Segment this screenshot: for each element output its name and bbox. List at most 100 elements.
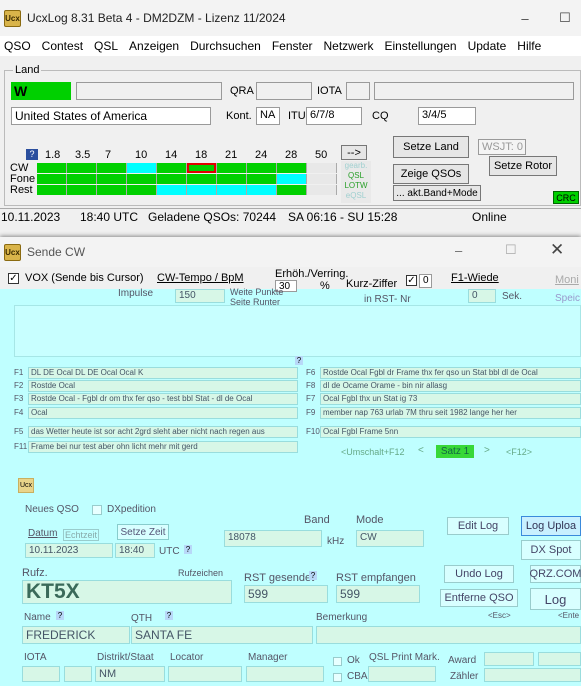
band-cell-rest-18[interactable] xyxy=(187,185,217,195)
band-cell-rest-10[interactable] xyxy=(127,185,157,195)
iota-select[interactable] xyxy=(22,666,60,682)
band-cell-cw-7[interactable] xyxy=(97,163,127,173)
macro-text-f1[interactable]: DL DE Ocal DL DE Ocal Ocal K xyxy=(28,367,298,379)
zahler-input[interactable] xyxy=(484,668,581,682)
band-cell-rest-1-8[interactable] xyxy=(37,185,67,195)
macro-text-f2[interactable]: Rostde Ocal xyxy=(28,380,298,392)
setze-rotor-button[interactable]: Setze Rotor xyxy=(489,156,557,176)
minimize-icon[interactable]: – xyxy=(505,0,545,36)
iota-number[interactable] xyxy=(64,666,92,682)
freq-input[interactable]: 18078 xyxy=(224,530,322,547)
menu-contest[interactable]: Contest xyxy=(42,39,83,53)
menu-durchsuchen[interactable]: Durchsuchen xyxy=(190,39,261,53)
edit-log-button[interactable]: Edit Log xyxy=(447,517,509,535)
moni-label[interactable]: Moni xyxy=(555,274,579,286)
time-help-icon[interactable]: ? xyxy=(184,545,192,554)
band-cell-cw-10[interactable] xyxy=(127,163,157,173)
menu-netzwerk[interactable]: Netzwerk xyxy=(324,39,374,53)
locator-input[interactable] xyxy=(168,666,242,682)
qth-help-icon[interactable]: ? xyxy=(165,611,173,620)
log-button[interactable]: Log xyxy=(530,588,581,610)
macro-text-f3[interactable]: Rostde Ocal - Fgbl dr om thx fer qso - t… xyxy=(28,393,298,405)
setze-land-button[interactable]: Setze Land xyxy=(393,136,469,158)
name-input[interactable]: FREDERICK xyxy=(22,626,130,644)
award-value[interactable] xyxy=(538,652,581,666)
cba-checkbox[interactable] xyxy=(333,673,342,682)
vox-checkbox[interactable]: ✓ xyxy=(8,273,19,284)
menu-update[interactable]: Update xyxy=(468,39,507,53)
macro-text-f6[interactable]: Rostde Ocal Fgbl dr Frame thx fer qso un… xyxy=(320,367,581,379)
band-cell-fone-28[interactable] xyxy=(277,174,307,184)
date-input[interactable]: 10.11.2023 xyxy=(25,543,113,558)
bemerkung-input[interactable] xyxy=(316,626,581,644)
band-cell-cw-24[interactable] xyxy=(247,163,277,173)
band-cell-fone-18[interactable] xyxy=(187,174,217,184)
band-cell-fone-1-8[interactable] xyxy=(37,174,67,184)
menu-qsl[interactable]: QSL xyxy=(94,39,118,53)
band-cell-fone-50[interactable] xyxy=(307,174,337,184)
band-cell-fone-14[interactable] xyxy=(157,174,187,184)
speic-label[interactable]: Speic xyxy=(555,293,580,304)
macro-text-f10[interactable]: Ocal Fgbl Frame 5nn xyxy=(320,426,581,438)
macro-text-f9[interactable]: member nap 763 urlab 7M thru seit 1982 l… xyxy=(320,407,581,419)
cw-text-area[interactable] xyxy=(14,305,581,357)
rst-sent-help-icon[interactable]: ? xyxy=(309,571,317,580)
entferne-qso-button[interactable]: Entferne QSO xyxy=(440,589,518,607)
state-select[interactable]: NM xyxy=(95,666,165,682)
prefix-field[interactable]: W xyxy=(11,82,71,100)
kurz-input[interactable]: 0 xyxy=(419,274,432,288)
band-cell-rest-50[interactable] xyxy=(307,185,337,195)
log-upload-button[interactable]: Log Uploa xyxy=(521,516,581,536)
cw-maximize-icon[interactable]: ☐ xyxy=(505,242,517,258)
maximize-icon[interactable]: ☐ xyxy=(545,0,581,36)
cw-minimize-icon[interactable]: – xyxy=(455,243,462,258)
band-cell-rest-21[interactable] xyxy=(217,185,247,195)
dx-spot-button[interactable]: DX Spot xyxy=(521,540,581,560)
band-cell-fone-21[interactable] xyxy=(217,174,247,184)
band-cell-rest-3-5[interactable] xyxy=(67,185,97,195)
menu-anzeigen[interactable]: Anzeigen xyxy=(129,39,179,53)
sek-input[interactable]: 0 xyxy=(468,289,496,303)
cw-close-icon[interactable]: ✕ xyxy=(550,240,564,260)
band-cell-cw-14[interactable] xyxy=(157,163,187,173)
rst-sent-input[interactable]: 599 xyxy=(244,585,328,603)
name-help-icon[interactable]: ? xyxy=(56,611,64,620)
tempo-input[interactable]: 150 xyxy=(175,289,225,303)
mode-select[interactable]: CW xyxy=(356,530,424,547)
macro-text-f8[interactable]: dl de Ocame Orame - bin nir allasg xyxy=(320,380,581,392)
kurz-checkbox[interactable]: ✓ xyxy=(406,275,417,286)
band-cell-rest-14[interactable] xyxy=(157,185,187,195)
band-cell-fone-7[interactable] xyxy=(97,174,127,184)
band-cell-cw-28[interactable] xyxy=(277,163,307,173)
band-cell-cw-21[interactable] xyxy=(217,163,247,173)
undo-log-button[interactable]: Undo Log xyxy=(444,565,514,583)
band-cell-fone-10[interactable] xyxy=(127,174,157,184)
band-cell-rest-24[interactable] xyxy=(247,185,277,195)
qrz-button[interactable]: QRZ.COM xyxy=(530,565,581,583)
band-cell-cw-18[interactable] xyxy=(187,163,217,173)
qsl-print-select[interactable] xyxy=(368,666,436,682)
dxpedition-checkbox[interactable] xyxy=(92,505,102,515)
macro-text-f7[interactable]: Ocal Fgbl thx un Stat ig 73 xyxy=(320,393,581,405)
satz-indicator[interactable]: Satz 1 xyxy=(436,445,474,458)
macro-text-f4[interactable]: Ocal xyxy=(28,407,298,419)
award-select[interactable] xyxy=(484,652,534,666)
band-cell-cw-3-5[interactable] xyxy=(67,163,97,173)
next-arrow-button[interactable]: --> xyxy=(341,145,367,160)
band-cell-rest-7[interactable] xyxy=(97,185,127,195)
band-cell-rest-28[interactable] xyxy=(277,185,307,195)
help-icon[interactable]: ? xyxy=(26,149,38,160)
qth-input[interactable]: SANTA FE xyxy=(131,626,313,644)
ok-checkbox[interactable] xyxy=(333,657,342,666)
akt-band-mode-button[interactable]: ... akt.Band+Mode xyxy=(393,185,481,201)
menu-hilfe[interactable]: Hilfe xyxy=(517,39,541,53)
menu-fenster[interactable]: Fenster xyxy=(272,39,313,53)
menu-einstellungen[interactable]: Einstellungen xyxy=(385,39,457,53)
band-cell-fone-3-5[interactable] xyxy=(67,174,97,184)
manager-input[interactable] xyxy=(246,666,324,682)
macro-text-f11[interactable]: Frame bei nur test aber ohn licht mehr m… xyxy=(28,441,298,453)
band-cell-fone-24[interactable] xyxy=(247,174,277,184)
satz-next[interactable]: > xyxy=(484,445,490,456)
callsign-input[interactable]: KT5X xyxy=(22,580,232,604)
rst-rcvd-input[interactable]: 599 xyxy=(336,585,420,603)
